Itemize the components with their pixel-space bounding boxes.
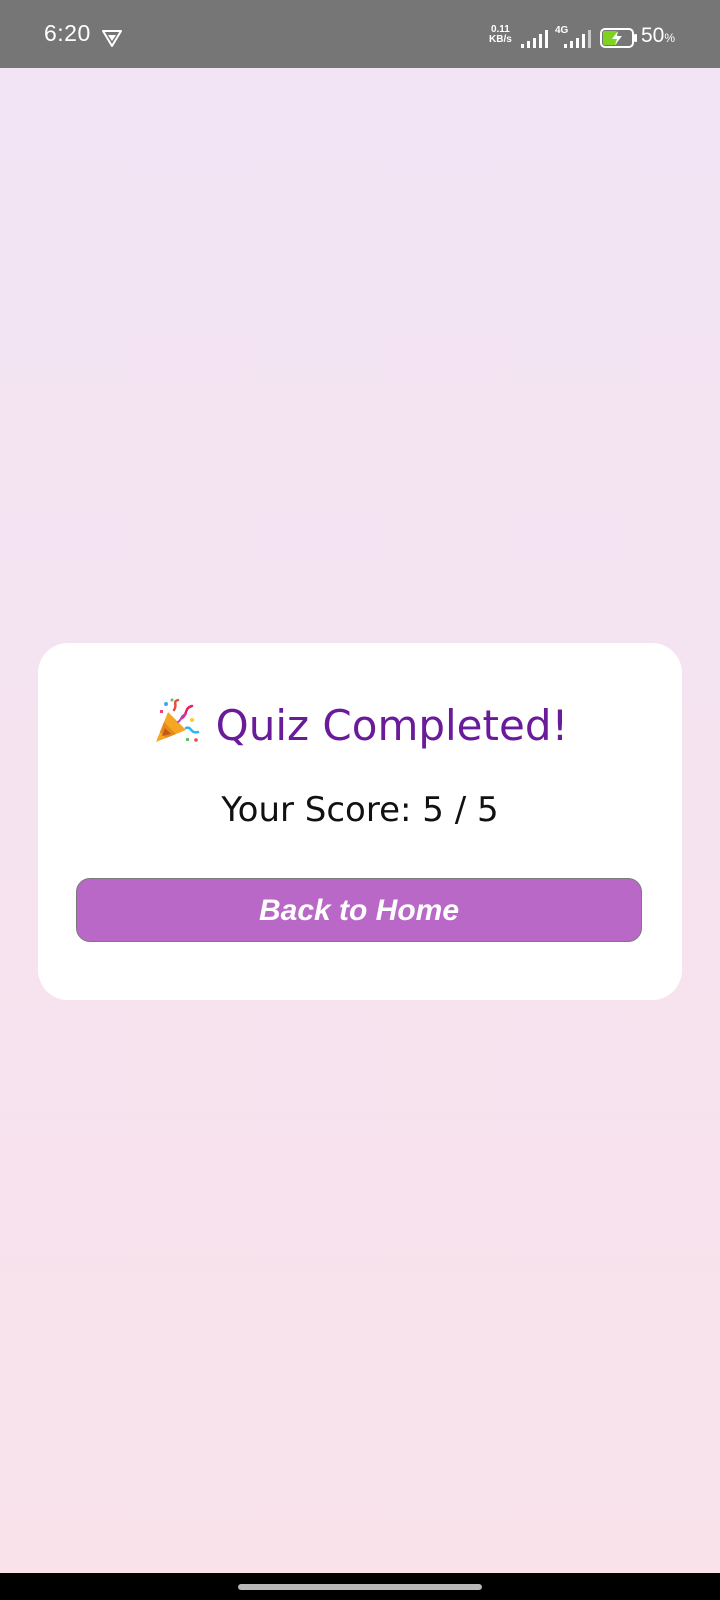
score-text: Your Score: 5 / 5 xyxy=(221,790,499,830)
battery-percentage-unit: % xyxy=(664,31,676,45)
signal-strength-icon xyxy=(521,30,548,48)
battery-percentage-value: 50 xyxy=(641,24,665,47)
network-speed: 0.11 KB/s xyxy=(489,25,512,45)
home-indicator-handle[interactable] xyxy=(238,1584,482,1590)
navigation-bar xyxy=(0,1573,720,1600)
quiz-completed-text: Quiz Completed! xyxy=(215,701,569,750)
party-popper-icon xyxy=(155,698,199,742)
signal-strength-icon xyxy=(564,30,591,48)
status-bar: 6:20 0.11 KB/s 4G 50% xyxy=(0,0,720,68)
battery-charging-icon xyxy=(600,28,637,48)
vpn-shield-icon xyxy=(102,30,122,47)
network-speed-unit: KB/s xyxy=(489,34,512,45)
quiz-completed-title: Quiz Completed! xyxy=(38,698,682,750)
battery-percentage: 50% xyxy=(641,24,675,48)
quiz-result-card: Quiz Completed! Your Score: 5 / 5 Back t… xyxy=(38,643,682,1000)
back-to-home-button[interactable]: Back to Home xyxy=(76,878,642,942)
status-time: 6:20 xyxy=(44,20,91,46)
